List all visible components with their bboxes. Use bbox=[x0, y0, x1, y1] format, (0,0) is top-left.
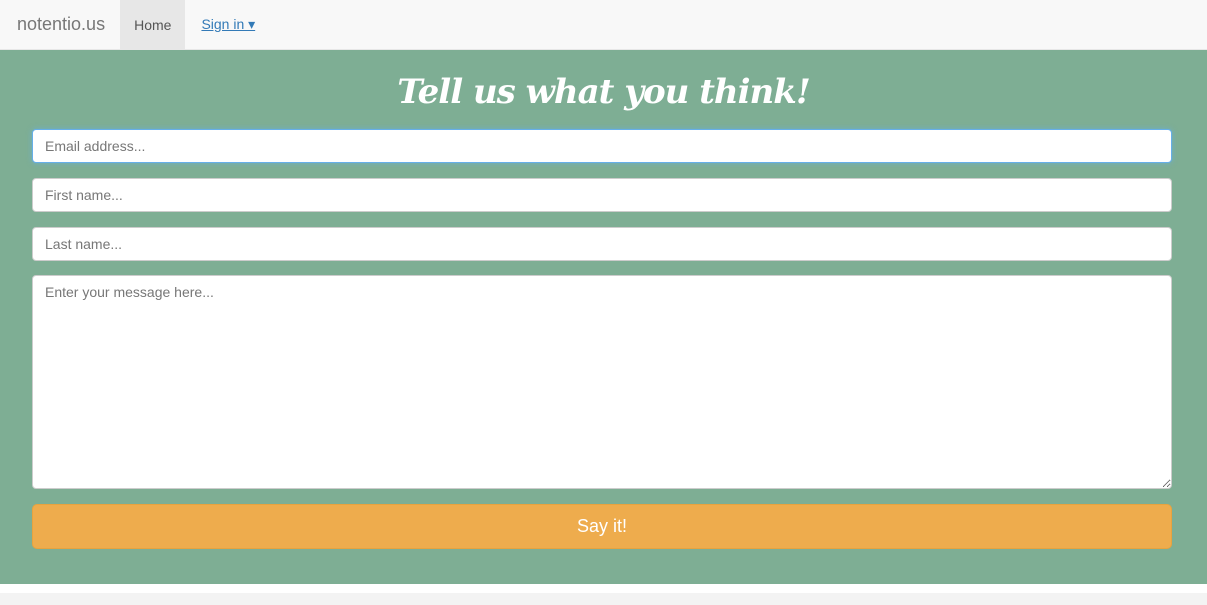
page-title: Tell us what you think! bbox=[397, 72, 811, 112]
nav-item-home[interactable]: Home bbox=[120, 0, 186, 49]
email-field[interactable] bbox=[32, 129, 1172, 163]
footer-strip bbox=[0, 593, 1207, 605]
submit-button[interactable]: Say it! bbox=[32, 504, 1172, 549]
first-name-field[interactable] bbox=[32, 178, 1172, 212]
last-name-field[interactable] bbox=[32, 227, 1172, 261]
nav-item-sign-in-dropdown[interactable]: Sign in ▾ bbox=[185, 0, 271, 49]
brand-link[interactable]: notentio.us bbox=[0, 0, 120, 49]
navbar: notentio.us Home Sign in ▾ bbox=[0, 0, 1207, 50]
feedback-section: Tell us what you think! Say it! bbox=[0, 50, 1207, 584]
message-textarea[interactable] bbox=[32, 275, 1172, 489]
